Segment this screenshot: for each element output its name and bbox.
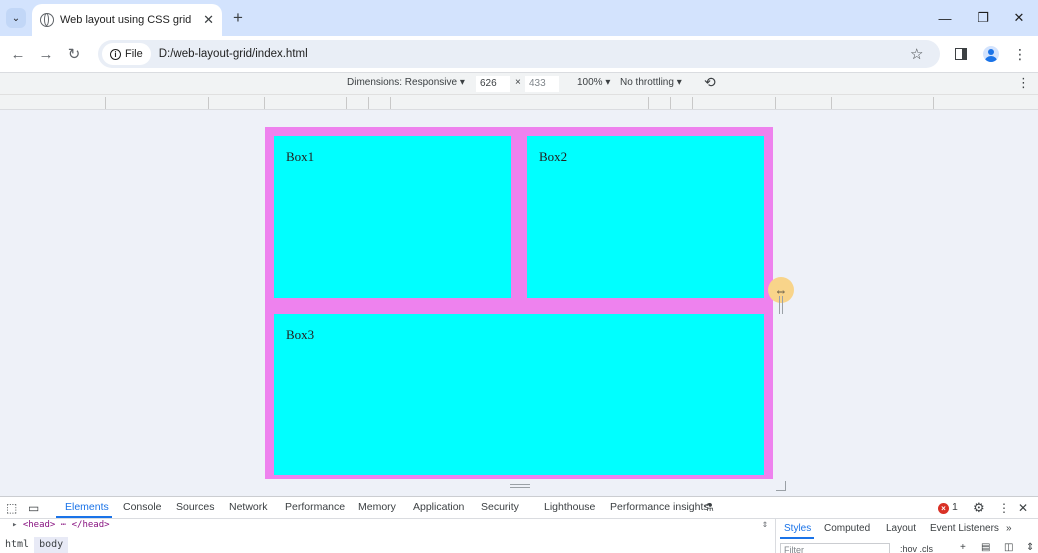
bookmark-star-icon[interactable]: ☆ xyxy=(910,45,923,63)
browser-toolbar: ← → ↻ i File D:/web-layout-grid/index.ht… xyxy=(0,36,1038,72)
device-toolbar: Dimensions: Responsive ▾ 626 × 433 100% … xyxy=(0,72,1038,94)
url-text: D:/web-layout-grid/index.html xyxy=(158,48,308,60)
height-input[interactable]: 433 xyxy=(525,76,559,92)
dom-node-head-text: <head> ⋯ </head> xyxy=(22,520,110,530)
tab-memory[interactable]: Memory xyxy=(358,501,396,513)
breadcrumb-html[interactable]: html xyxy=(0,537,34,553)
reload-icon[interactable]: ↻ xyxy=(64,44,84,64)
styles-pane: Styles Computed Layout Event Listeners »… xyxy=(775,519,1038,553)
tab-title: Web layout using CSS grid xyxy=(60,14,192,26)
close-window-button[interactable]: ✕ xyxy=(1006,8,1032,28)
breadcrumb-body[interactable]: body xyxy=(34,537,69,553)
tab-lighthouse[interactable]: Lighthouse xyxy=(544,501,595,513)
tab-search-button[interactable]: ⌄ xyxy=(6,8,26,28)
forward-arrow-icon[interactable]: → xyxy=(36,44,56,64)
styles-tab-indicator xyxy=(780,537,814,539)
tab-close-icon[interactable]: ✕ xyxy=(203,12,214,28)
inspect-element-icon[interactable]: ⬚ xyxy=(6,501,17,515)
site-info-label: File xyxy=(125,48,143,60)
device-toolbar-menu-icon[interactable]: ⋮ xyxy=(1017,75,1030,91)
computed-styles-icon[interactable]: ▤ xyxy=(981,542,990,553)
elements-tree: ▸ <head> ⋯ </head> html body ⇕ xyxy=(0,519,775,553)
tab-console[interactable]: Console xyxy=(123,501,162,513)
globe-icon xyxy=(40,13,54,27)
back-arrow-icon[interactable]: ← xyxy=(8,44,28,64)
box3-label: Box3 xyxy=(286,327,315,342)
side-panel-icon[interactable] xyxy=(952,45,970,63)
box1-label: Box1 xyxy=(286,149,315,164)
media-query-ruler xyxy=(0,94,1038,110)
device-toggle-icon[interactable]: ▭ xyxy=(28,501,39,515)
pane-resize-icon[interactable]: ⇕ xyxy=(762,519,768,530)
tab-elements[interactable]: Elements xyxy=(65,501,109,513)
browser-tab[interactable]: Web layout using CSS grid ✕ xyxy=(32,4,222,36)
browser-menu-icon[interactable]: ⋮ xyxy=(1011,45,1029,63)
error-count[interactable]: 1 xyxy=(952,501,958,513)
more-tabs-icon[interactable]: » xyxy=(1006,523,1012,534)
active-tab-indicator xyxy=(56,516,112,518)
devtools-tabbar: ⬚ ▭ Elements Console Sources Network Per… xyxy=(0,497,1038,519)
site-info-chip[interactable]: i File xyxy=(102,43,151,65)
dimensions-dropdown[interactable]: Dimensions: Responsive ▾ xyxy=(347,77,465,88)
devtools-panel: ⬚ ▭ Elements Console Sources Network Per… xyxy=(0,496,1038,553)
restore-button[interactable]: ❐ xyxy=(970,8,996,28)
rotate-icon[interactable]: ⟲ xyxy=(704,74,716,91)
styles-filter-input[interactable]: Filter xyxy=(780,543,890,553)
tab-layout[interactable]: Layout xyxy=(886,523,916,534)
address-bar[interactable]: i File D:/web-layout-grid/index.html xyxy=(98,40,940,68)
info-icon: i xyxy=(110,48,121,60)
zoom-dropdown[interactable]: 100% ▾ xyxy=(577,77,610,88)
sidebar-toggle-icon[interactable]: ◫ xyxy=(1004,542,1013,553)
right-resize-handle[interactable] xyxy=(779,296,783,314)
throttling-dropdown[interactable]: No throttling ▾ xyxy=(620,77,682,88)
dom-node-head[interactable]: ▸ <head> ⋯ </head> xyxy=(12,520,110,530)
dimension-separator: × xyxy=(515,77,521,88)
tab-network[interactable]: Network xyxy=(229,501,268,513)
settings-gear-icon[interactable]: ⚙ xyxy=(973,500,985,516)
tab-sources[interactable]: Sources xyxy=(176,501,215,513)
tab-application[interactable]: Application xyxy=(413,501,464,513)
corner-resize-handle[interactable] xyxy=(776,481,786,491)
tab-performance-insights[interactable]: Performance insights xyxy=(610,501,709,513)
tab-strip: ⌄ Web layout using CSS grid ✕ + — ❐ ✕ xyxy=(0,0,1038,36)
devtools-menu-icon[interactable]: ⋮ xyxy=(998,501,1010,515)
error-icon[interactable]: × xyxy=(938,503,949,514)
hov-cls-toggles[interactable]: :hov .cls xyxy=(900,544,933,553)
profile-avatar-icon[interactable] xyxy=(982,45,1000,63)
grid-container: Box1 Box2 Box3 xyxy=(265,127,773,479)
expand-triangle-icon[interactable]: ▸ xyxy=(12,520,17,530)
grid-box-3: Box3 xyxy=(274,314,764,475)
box2-label: Box2 xyxy=(539,149,568,164)
grid-box-2: Box2 xyxy=(527,136,764,298)
flask-icon: ⚗ xyxy=(704,502,714,514)
new-tab-button[interactable]: + xyxy=(228,8,248,28)
tab-event-listeners[interactable]: Event Listeners xyxy=(930,523,999,534)
scroll-icon[interactable]: ⇕ xyxy=(1026,542,1034,553)
tab-performance[interactable]: Performance xyxy=(285,501,345,513)
chevron-down-icon: ⌄ xyxy=(11,12,21,24)
breadcrumb: html body xyxy=(0,537,69,553)
grid-box-1: Box1 xyxy=(274,136,511,298)
bottom-resize-handle[interactable] xyxy=(510,484,530,488)
minimize-button[interactable]: — xyxy=(932,8,958,28)
tab-security[interactable]: Security xyxy=(481,501,519,513)
add-rule-icon[interactable]: + xyxy=(960,542,966,553)
tab-styles[interactable]: Styles xyxy=(784,523,811,534)
close-devtools-icon[interactable]: ✕ xyxy=(1018,501,1028,515)
tab-computed[interactable]: Computed xyxy=(824,523,870,534)
width-input[interactable]: 626 xyxy=(476,76,510,92)
